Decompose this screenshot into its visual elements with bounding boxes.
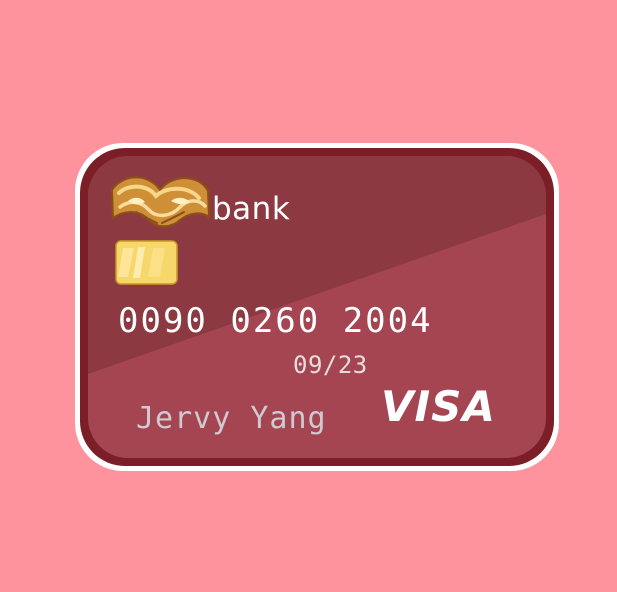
bank-name: bank	[212, 191, 291, 227]
visa-logo: VISA	[381, 382, 496, 431]
cardholder-name: Jervy Yang	[136, 401, 327, 436]
expiry-date: 09/23	[293, 351, 368, 379]
chip-icon	[115, 240, 178, 285]
card-number: 0090 0260 2004	[118, 301, 433, 341]
illustration-scene: bank 0090 0260 2004 09/23 Jervy Yang VIS…	[0, 0, 617, 592]
credit-card-artwork	[75, 143, 559, 471]
